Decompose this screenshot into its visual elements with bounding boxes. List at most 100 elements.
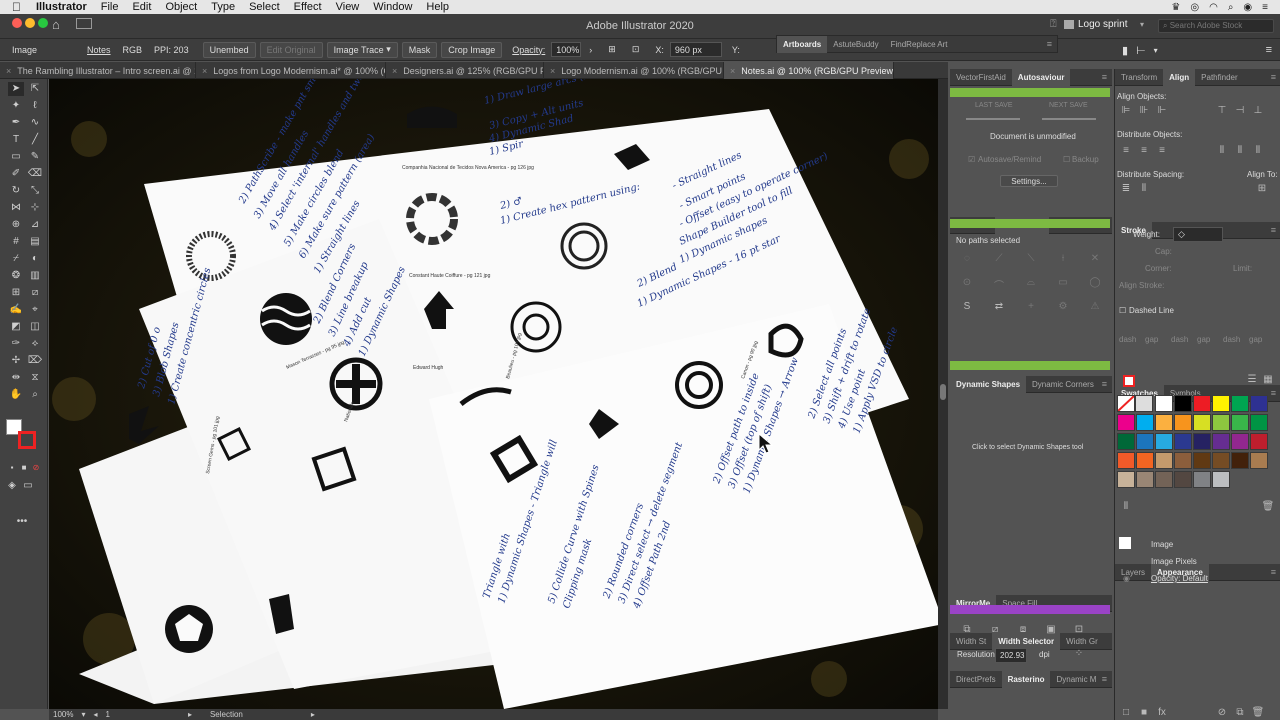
dynamic-measure-tool-icon[interactable]: ⌖: [27, 303, 43, 317]
rasterino-export-icon[interactable]: ⊡: [1072, 624, 1086, 635]
swatch[interactable]: [1231, 414, 1249, 431]
reverse-icon[interactable]: ⌒: [992, 277, 1006, 292]
artboard-tool-icon[interactable]: ⊞: [8, 286, 24, 300]
clear-appearance-icon[interactable]: ⊘: [1215, 707, 1229, 718]
fill-stroke-indicator[interactable]: [1123, 375, 1135, 387]
workspace-switcher[interactable]: Logo sprint: [1078, 19, 1127, 30]
distribute-hcenter-icon[interactable]: ⦀: [1233, 145, 1247, 156]
resolution-input[interactable]: 202.93: [995, 648, 1027, 663]
tab-width-selector[interactable]: Width Selector: [992, 632, 1061, 650]
menu-file[interactable]: File: [94, 1, 126, 13]
rasterino-crop-icon[interactable]: ⧄: [988, 624, 1002, 635]
width-selector-tool-icon[interactable]: ⇹: [8, 371, 24, 385]
list-view-icon[interactable]: ☰: [1245, 374, 1259, 385]
align-bottom-icon[interactable]: ⊥: [1251, 105, 1265, 116]
none-color-icon[interactable]: ⊘: [28, 461, 44, 475]
menu-window[interactable]: Window: [366, 1, 419, 13]
tab-rasterino[interactable]: Rasterino: [1001, 670, 1051, 688]
opacity-input[interactable]: 100%: [551, 42, 582, 57]
align-top-icon[interactable]: ⊤: [1215, 105, 1229, 116]
cusp-icon[interactable]: ⟊: [1056, 253, 1070, 264]
autosave-checkbox-icon[interactable]: ☑: [968, 155, 975, 164]
tab-artboards[interactable]: Artboards: [777, 35, 828, 53]
image-trace-button[interactable]: Image Trace ▾: [326, 41, 398, 58]
chevron-down-icon[interactable]: ▾: [1154, 46, 1158, 55]
menu-type[interactable]: Type: [204, 1, 242, 13]
add-stroke-icon[interactable]: □: [1119, 707, 1133, 718]
tab-findreplace-art[interactable]: FindReplace Art: [885, 36, 954, 53]
delete-item-icon[interactable]: 🗑: [1251, 707, 1265, 718]
panel-menu-icon[interactable]: ≡: [1102, 674, 1107, 684]
swatch[interactable]: [1174, 395, 1192, 412]
swatch[interactable]: [1136, 452, 1154, 469]
blend-tool-icon[interactable]: ◐: [27, 252, 43, 266]
help-search-icon[interactable]: ⍰: [1050, 18, 1057, 31]
scroll-thumb[interactable]: [940, 384, 946, 400]
rasterino-embed-icon[interactable]: ⧉: [960, 624, 974, 635]
swatch[interactable]: [1155, 452, 1173, 469]
swatch[interactable]: [1212, 433, 1230, 450]
hand-tool-icon[interactable]: ✋: [8, 388, 24, 402]
creative-cloud-icon[interactable]: ◎: [1190, 2, 1199, 13]
swatch[interactable]: [1136, 433, 1154, 450]
weight-input[interactable]: ◇: [1173, 227, 1223, 242]
align-left-icon[interactable]: ⊫: [1119, 105, 1133, 116]
swatch[interactable]: [1193, 414, 1211, 431]
swatch[interactable]: [1174, 452, 1192, 469]
swatch[interactable]: [1117, 414, 1135, 431]
swatch-none[interactable]: [1117, 395, 1135, 412]
dynamic-shapes-tool-icon[interactable]: ◩: [8, 320, 24, 334]
settings-button[interactable]: Settings...: [1000, 175, 1058, 187]
circle-icon[interactable]: ◯: [1088, 277, 1102, 288]
share-icon[interactable]: [1064, 20, 1074, 29]
mask-button[interactable]: Mask: [401, 41, 438, 58]
settings-gear-icon[interactable]: ⚙: [1056, 301, 1070, 312]
dashed-checkbox-icon[interactable]: ☐: [1119, 306, 1126, 315]
close-tab-icon[interactable]: ×: [392, 66, 397, 76]
curvature-tool-icon[interactable]: ∿: [27, 116, 43, 130]
stock-search-input[interactable]: ⌕ Search Adobe Stock: [1158, 19, 1274, 33]
tab-width-st[interactable]: Width St: [950, 633, 992, 650]
align-right-icon[interactable]: ⊩: [1155, 105, 1169, 116]
apple-icon[interactable]: : [0, 0, 29, 14]
backup-checkbox-icon[interactable]: ☐: [1063, 155, 1070, 164]
add-fill-icon[interactable]: ■: [1137, 707, 1151, 718]
vertical-scrollbar[interactable]: [938, 79, 948, 709]
close-tab-icon[interactable]: ×: [730, 66, 735, 76]
swatch[interactable]: [1212, 471, 1230, 488]
swatch[interactable]: [1231, 433, 1249, 450]
close-tab-icon[interactable]: ×: [6, 66, 11, 76]
swatch[interactable]: [1250, 395, 1268, 412]
panel-menu-icon[interactable]: ≡: [1271, 225, 1276, 235]
distribute-left-icon[interactable]: ⦀: [1215, 145, 1229, 156]
close-tab-icon[interactable]: ×: [202, 66, 207, 76]
wifi-icon[interactable]: ◠: [1209, 2, 1218, 13]
tab-autosaviour[interactable]: Autosaviour: [1011, 68, 1071, 86]
user-icon[interactable]: ◉: [1243, 2, 1252, 13]
selection-tool-icon[interactable]: ➤: [8, 82, 24, 96]
panel-menu-icon[interactable]: ≡: [1102, 379, 1107, 389]
swatch-libraries-icon[interactable]: ⦀: [1119, 501, 1133, 512]
next-artboard-icon[interactable]: ▸: [188, 710, 192, 719]
tab-directprefs[interactable]: DirectPrefs: [950, 671, 1002, 688]
swatch[interactable]: [1250, 452, 1268, 469]
menu-object[interactable]: Object: [158, 1, 204, 13]
smart-remove-brush-icon[interactable]: ⌦: [27, 354, 43, 368]
type-tool-icon[interactable]: T: [8, 133, 24, 147]
align-middle-icon[interactable]: ⊣: [1233, 105, 1247, 116]
align-to-selection-icon[interactable]: ⊞: [1255, 183, 1269, 194]
swatch[interactable]: [1136, 414, 1154, 431]
tab-astutebuddy[interactable]: AstuteBuddy: [827, 36, 884, 53]
gradient-tool-icon[interactable]: ▤: [27, 235, 43, 249]
pen-tool-icon[interactable]: ✒: [8, 116, 24, 130]
swatch[interactable]: [1193, 433, 1211, 450]
magic-wand-tool-icon[interactable]: ✦: [8, 99, 24, 113]
swatch[interactable]: [1212, 452, 1230, 469]
add-point-icon[interactable]: +: [1024, 301, 1038, 312]
swatch[interactable]: [1174, 414, 1192, 431]
scale-tool-icon[interactable]: ⤡: [27, 184, 43, 198]
artboard-number[interactable]: 1: [106, 710, 110, 719]
pathscribe-tool-icon[interactable]: ⟡: [27, 337, 43, 351]
chevron-down-icon[interactable]: ▾: [1140, 20, 1144, 29]
swatch[interactable]: [1155, 414, 1173, 431]
